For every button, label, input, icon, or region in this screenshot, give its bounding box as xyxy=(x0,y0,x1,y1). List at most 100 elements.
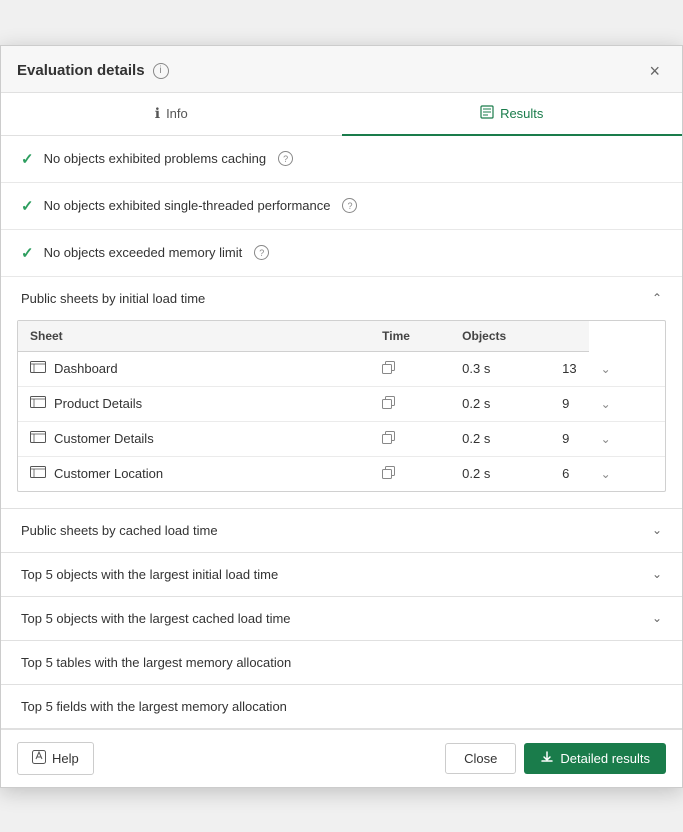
modal-header: Evaluation details i × xyxy=(1,46,682,93)
check-single-thread: ✓ No objects exhibited single-threaded p… xyxy=(1,183,682,230)
sheet-cell-customer-location: Customer Location xyxy=(18,456,370,491)
tab-results-label: Results xyxy=(500,106,543,121)
cell-expand-dashboard[interactable]: ⌄ xyxy=(589,351,665,386)
cell-expand-customer-details[interactable]: ⌄ xyxy=(589,421,665,456)
detailed-results-button[interactable]: Detailed results xyxy=(524,743,666,774)
cell-copy-customer-details xyxy=(370,421,450,456)
sheet-name-product: Product Details xyxy=(54,396,142,411)
col-sheet: Sheet xyxy=(18,321,370,352)
check-memory-icon: ✓ xyxy=(21,244,34,262)
section-top5-memory-tables: Top 5 tables with the largest memory all… xyxy=(1,641,682,685)
section-top5-memory-fields-title: Top 5 fields with the largest memory all… xyxy=(21,699,287,714)
detailed-results-label: Detailed results xyxy=(560,751,650,766)
cell-copy-customer-location xyxy=(370,456,450,491)
check-memory: ✓ No objects exceeded memory limit ? xyxy=(1,230,682,277)
section-top5-initial-header[interactable]: Top 5 objects with the largest initial l… xyxy=(1,553,682,596)
sheet-cell-dashboard: Dashboard xyxy=(18,351,370,386)
info-tab-icon: ℹ xyxy=(155,105,160,122)
row-chevron-customer-location: ⌄ xyxy=(601,467,611,481)
check-single-thread-icon: ✓ xyxy=(21,197,34,215)
help-button[interactable]: Help xyxy=(17,742,94,775)
cell-expand-product[interactable]: ⌄ xyxy=(589,386,665,421)
modal-title-row: Evaluation details i xyxy=(17,62,169,79)
sheet-icon-customer-details xyxy=(30,431,46,446)
table-row: Dashboard xyxy=(18,351,665,386)
modal-footer: Help Close Detailed results xyxy=(1,729,682,787)
evaluation-details-modal: Evaluation details i × ℹ Info Results xyxy=(0,45,683,788)
cell-objects-customer-location: 6 xyxy=(550,456,588,491)
cell-objects-dashboard: 13 xyxy=(550,351,588,386)
tab-info-label: Info xyxy=(166,106,188,121)
table-row: Customer Location xyxy=(18,456,665,491)
modal-title: Evaluation details xyxy=(17,62,145,79)
copy-icon-customer-details[interactable] xyxy=(382,432,395,447)
section-top5-initial-chevron: ⌄ xyxy=(652,567,662,581)
footer-right-buttons: Close Detailed results xyxy=(445,743,666,774)
cell-time-dashboard: 0.3 s xyxy=(450,351,550,386)
section-public-sheets-load-header[interactable]: Public sheets by initial load time ⌃ xyxy=(1,277,682,320)
sheet-cell-customer-details: Customer Details xyxy=(18,421,370,456)
cell-copy-dashboard xyxy=(370,351,450,386)
section-public-sheets-load-title: Public sheets by initial load time xyxy=(21,291,205,306)
table-row: Product Details xyxy=(18,386,665,421)
cell-time-customer-location: 0.2 s xyxy=(450,456,550,491)
section-public-sheets-load-content: Sheet Time Objects xyxy=(1,320,682,508)
sheet-cell-product: Product Details xyxy=(18,386,370,421)
section-top5-cached-title: Top 5 objects with the largest cached lo… xyxy=(21,611,291,626)
sheet-icon-dashboard xyxy=(30,361,46,376)
close-icon-button[interactable]: × xyxy=(643,60,666,82)
cell-copy-product xyxy=(370,386,450,421)
copy-icon-product[interactable] xyxy=(382,397,395,412)
sheet-icon-customer-location xyxy=(30,466,46,481)
copy-icon-dashboard[interactable] xyxy=(382,362,395,377)
check-caching-icon: ✓ xyxy=(21,150,34,168)
sheet-name-dashboard: Dashboard xyxy=(54,361,118,376)
col-time: Time xyxy=(370,321,450,352)
sheets-table: Sheet Time Objects xyxy=(18,321,665,491)
section-top5-memory-tables-title: Top 5 tables with the largest memory all… xyxy=(21,655,291,670)
section-top5-initial: Top 5 objects with the largest initial l… xyxy=(1,553,682,597)
check-single-thread-help-icon[interactable]: ? xyxy=(342,198,357,213)
section-top5-cached: Top 5 objects with the largest cached lo… xyxy=(1,597,682,641)
modal-body: ✓ No objects exhibited problems caching … xyxy=(1,136,682,729)
section-public-sheets-cached-chevron: ⌄ xyxy=(652,523,662,537)
cell-time-product: 0.2 s xyxy=(450,386,550,421)
col-action xyxy=(550,321,588,352)
close-button[interactable]: Close xyxy=(445,743,516,774)
check-memory-help-icon[interactable]: ? xyxy=(254,245,269,260)
check-caching-help-icon[interactable]: ? xyxy=(278,151,293,166)
section-top5-memory-fields: Top 5 fields with the largest memory all… xyxy=(1,685,682,729)
help-icon xyxy=(32,750,46,767)
download-icon xyxy=(540,750,554,767)
row-chevron-dashboard: ⌄ xyxy=(601,362,611,376)
section-top5-cached-header[interactable]: Top 5 objects with the largest cached lo… xyxy=(1,597,682,640)
cell-expand-customer-location[interactable]: ⌄ xyxy=(589,456,665,491)
results-tab-icon xyxy=(480,105,494,122)
row-chevron-customer-details: ⌄ xyxy=(601,432,611,446)
check-memory-text: No objects exceeded memory limit xyxy=(44,245,243,260)
sheets-table-wrapper: Sheet Time Objects xyxy=(17,320,666,492)
copy-icon-customer-location[interactable] xyxy=(382,467,395,482)
tab-bar: ℹ Info Results xyxy=(1,93,682,136)
title-info-icon[interactable]: i xyxy=(153,63,169,79)
tab-results[interactable]: Results xyxy=(342,93,683,136)
tab-info[interactable]: ℹ Info xyxy=(1,93,342,136)
section-public-sheets-cached: Public sheets by cached load time ⌄ xyxy=(1,509,682,553)
row-chevron-product: ⌄ xyxy=(601,397,611,411)
check-caching-text: No objects exhibited problems caching xyxy=(44,151,267,166)
check-caching: ✓ No objects exhibited problems caching … xyxy=(1,136,682,183)
section-top5-memory-tables-header[interactable]: Top 5 tables with the largest memory all… xyxy=(1,641,682,684)
section-public-sheets-cached-header[interactable]: Public sheets by cached load time ⌄ xyxy=(1,509,682,552)
section-public-sheets-cached-title: Public sheets by cached load time xyxy=(21,523,218,538)
check-single-thread-text: No objects exhibited single-threaded per… xyxy=(44,198,331,213)
section-public-sheets-load-chevron: ⌃ xyxy=(652,291,662,305)
help-label: Help xyxy=(52,751,79,766)
col-objects: Objects xyxy=(450,321,550,352)
cell-objects-product: 9 xyxy=(550,386,588,421)
cell-time-customer-details: 0.2 s xyxy=(450,421,550,456)
sheet-icon-product xyxy=(30,396,46,411)
section-top5-memory-fields-header[interactable]: Top 5 fields with the largest memory all… xyxy=(1,685,682,728)
sheet-name-customer-details: Customer Details xyxy=(54,431,154,446)
section-top5-initial-title: Top 5 objects with the largest initial l… xyxy=(21,567,278,582)
section-public-sheets-load: Public sheets by initial load time ⌃ She… xyxy=(1,277,682,509)
